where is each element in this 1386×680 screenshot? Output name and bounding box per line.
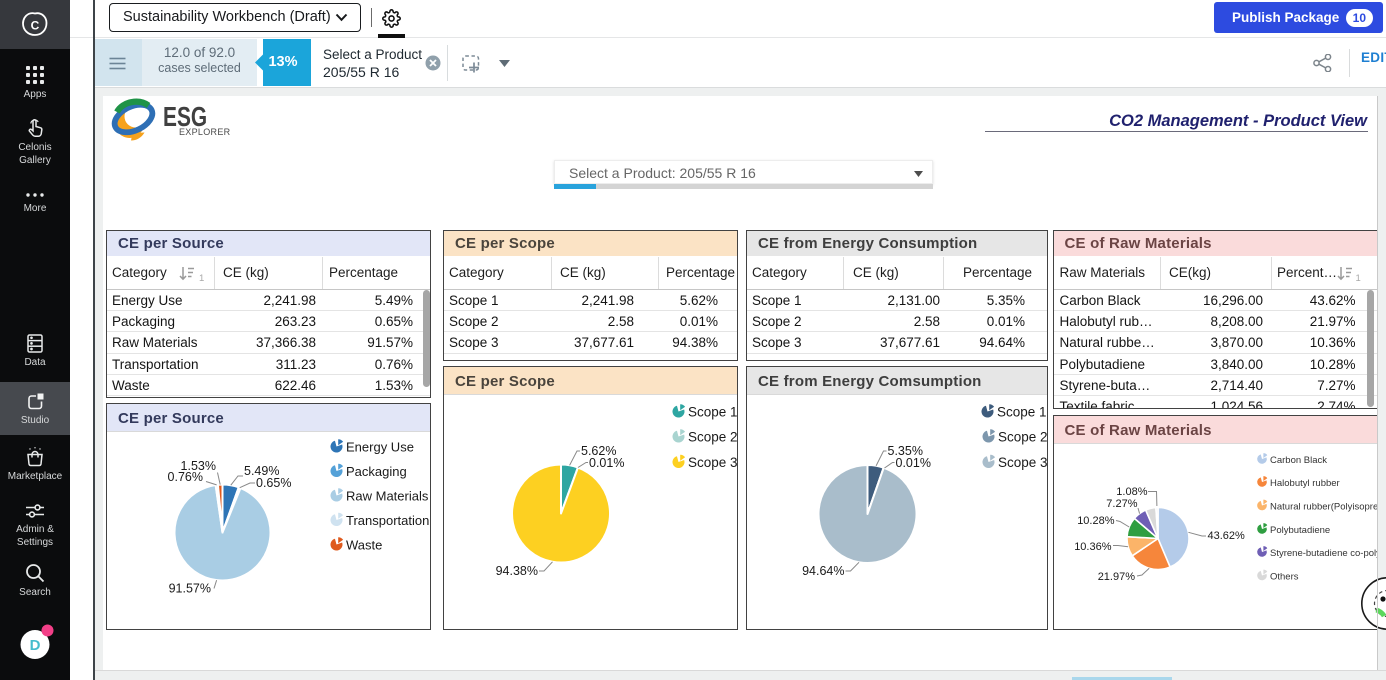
svg-text:Scope 1: Scope 1 (997, 405, 1047, 420)
svg-text:Raw Materials: Raw Materials (346, 489, 429, 504)
svg-text:Scope 3: Scope 3 (688, 455, 737, 470)
svg-text:Others: Others (1270, 571, 1299, 582)
svg-text:1.08%: 1.08% (1116, 486, 1147, 498)
svg-text:94.64%: 94.64% (802, 564, 844, 578)
svg-text:Carbon Black: Carbon Black (1270, 455, 1327, 466)
svg-text:Packaging: Packaging (346, 464, 407, 479)
svg-text:Scope 2: Scope 2 (998, 430, 1047, 445)
svg-text:10.36%: 10.36% (1074, 541, 1112, 553)
svg-text:Scope 2: Scope 2 (688, 430, 737, 445)
svg-text:0.65%: 0.65% (256, 476, 291, 490)
svg-text:10.28%: 10.28% (1077, 515, 1115, 527)
svg-text:Waste: Waste (346, 538, 382, 553)
svg-text:Energy Use: Energy Use (346, 440, 414, 455)
svg-text:7.27%: 7.27% (1106, 498, 1137, 510)
svg-text:Scope 1: Scope 1 (688, 405, 737, 420)
svg-text:Natural rubber(Polyisoprene): Natural rubber(Polyisoprene) (1270, 501, 1377, 512)
svg-text:43.62%: 43.62% (1207, 530, 1245, 542)
svg-text:91.57%: 91.57% (169, 582, 211, 596)
svg-text:0.01%: 0.01% (589, 456, 624, 470)
svg-text:0.76%: 0.76% (168, 470, 203, 484)
svg-text:21.97%: 21.97% (1097, 571, 1135, 583)
svg-text:0.01%: 0.01% (896, 456, 931, 470)
svg-text:Halobutyl rubber: Halobutyl rubber (1270, 478, 1340, 489)
svg-text:Transportation: Transportation (346, 513, 429, 528)
svg-text:Scope 3: Scope 3 (998, 455, 1047, 470)
svg-text:Polybutadiene: Polybutadiene (1270, 525, 1330, 536)
svg-text:94.38%: 94.38% (496, 564, 538, 578)
svg-text:Styrene-butadiene co-polymer: Styrene-butadiene co-polymer (1270, 548, 1377, 559)
svg-text:C: C (31, 19, 40, 33)
svg-text:D: D (30, 637, 41, 654)
